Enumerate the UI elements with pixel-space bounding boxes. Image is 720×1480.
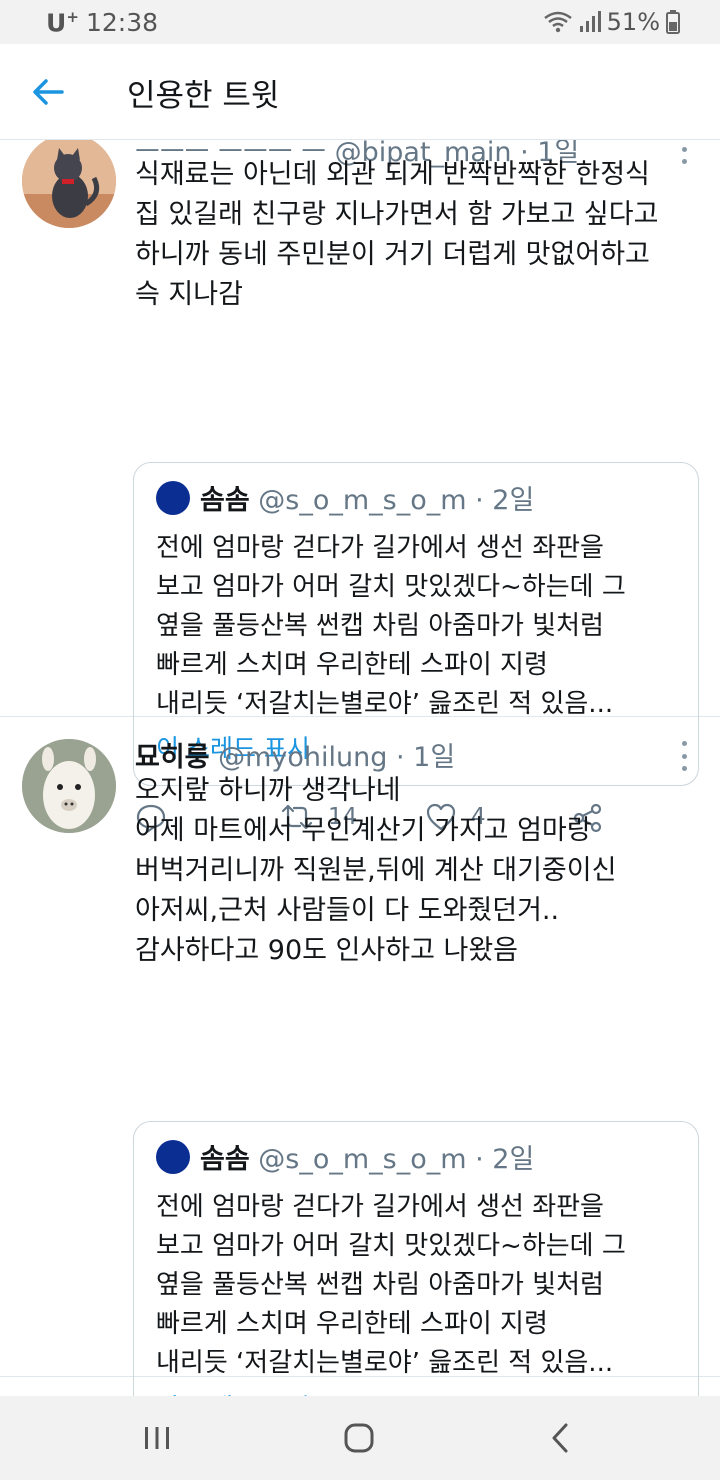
system-nav-bar: [0, 1396, 720, 1480]
show-thread-link[interactable]: 이 스레드 표시: [156, 1388, 310, 1396]
recent-apps-icon: [145, 1427, 169, 1449]
quote-avatar: [156, 1140, 190, 1174]
tweet-item[interactable]: ㅡㅡㅡ ㅡㅡㅡ ㅡ @bipat_main · 1일 식재료는 아닌데 외관 되…: [0, 140, 720, 834]
recent-apps-button[interactable]: [137, 1418, 177, 1458]
back-button[interactable]: [28, 72, 68, 112]
tweet-item[interactable]: 묘히룽 @myohilung · 1일 오지랖 하니까 생각나네 어제 마트에서…: [0, 717, 720, 1396]
signal-icon: [579, 11, 601, 32]
page-title: 인용한 트윗: [127, 78, 280, 114]
quoted-tweet[interactable]: 솜솜 @s_o_m_s_o_m · 2일 전에 엄마랑 걷다가 길가에서 생선 …: [133, 1121, 699, 1396]
more-options-icon[interactable]: [678, 741, 690, 771]
tweet-text: 식재료는 아닌데 외관 되게 반짝반짝한 한정식 집 있길래 친구랑 지나가면서…: [135, 159, 659, 310]
tweet-text: 오지랖 하니까 생각나네 어제 마트에서 무인계산기 가지고 엄마랑 버벅거리니…: [135, 775, 617, 966]
quote-text: 전에 엄마랑 걷다가 길가에서 생선 좌판을 보고 엄마가 어머 갈치 맛있겠다…: [156, 533, 626, 719]
avatar[interactable]: [22, 140, 116, 228]
tweet-header: 묘히룽 @myohilung · 1일: [135, 735, 455, 774]
home-button[interactable]: [339, 1418, 379, 1458]
author-handle: @myohilung · 1일: [218, 742, 456, 773]
quote-text: 전에 엄마랑 걷다가 길가에서 생선 좌판을 보고 엄마가 어머 갈치 맛있겠다…: [156, 1192, 626, 1378]
system-back-button[interactable]: [540, 1418, 580, 1458]
battery-icon: [666, 10, 680, 34]
wifi-icon: [543, 11, 572, 33]
status-bar: U+ 12:38 51%: [0, 0, 720, 44]
author-name[interactable]: 묘히룽: [135, 742, 210, 773]
quote-header: 솜솜 @s_o_m_s_o_m · 2일: [200, 1144, 535, 1175]
carrier-label: U+: [46, 8, 79, 38]
status-time: 12:38: [86, 8, 159, 37]
status-icons: 51%: [543, 8, 680, 36]
app-bar: 인용한 트윗: [0, 44, 720, 140]
quote-header: 솜솜 @s_o_m_s_o_m · 2일: [200, 485, 535, 516]
home-icon: [344, 1423, 374, 1453]
tweet-feed[interactable]: ㅡㅡㅡ ㅡㅡㅡ ㅡ @bipat_main · 1일 식재료는 아닌데 외관 되…: [0, 140, 720, 1396]
battery-percent: 51%: [606, 8, 660, 36]
quote-avatar: [156, 481, 190, 515]
back-icon: [552, 1423, 568, 1453]
arrow-left-icon: [33, 79, 64, 105]
avatar[interactable]: [22, 739, 116, 833]
